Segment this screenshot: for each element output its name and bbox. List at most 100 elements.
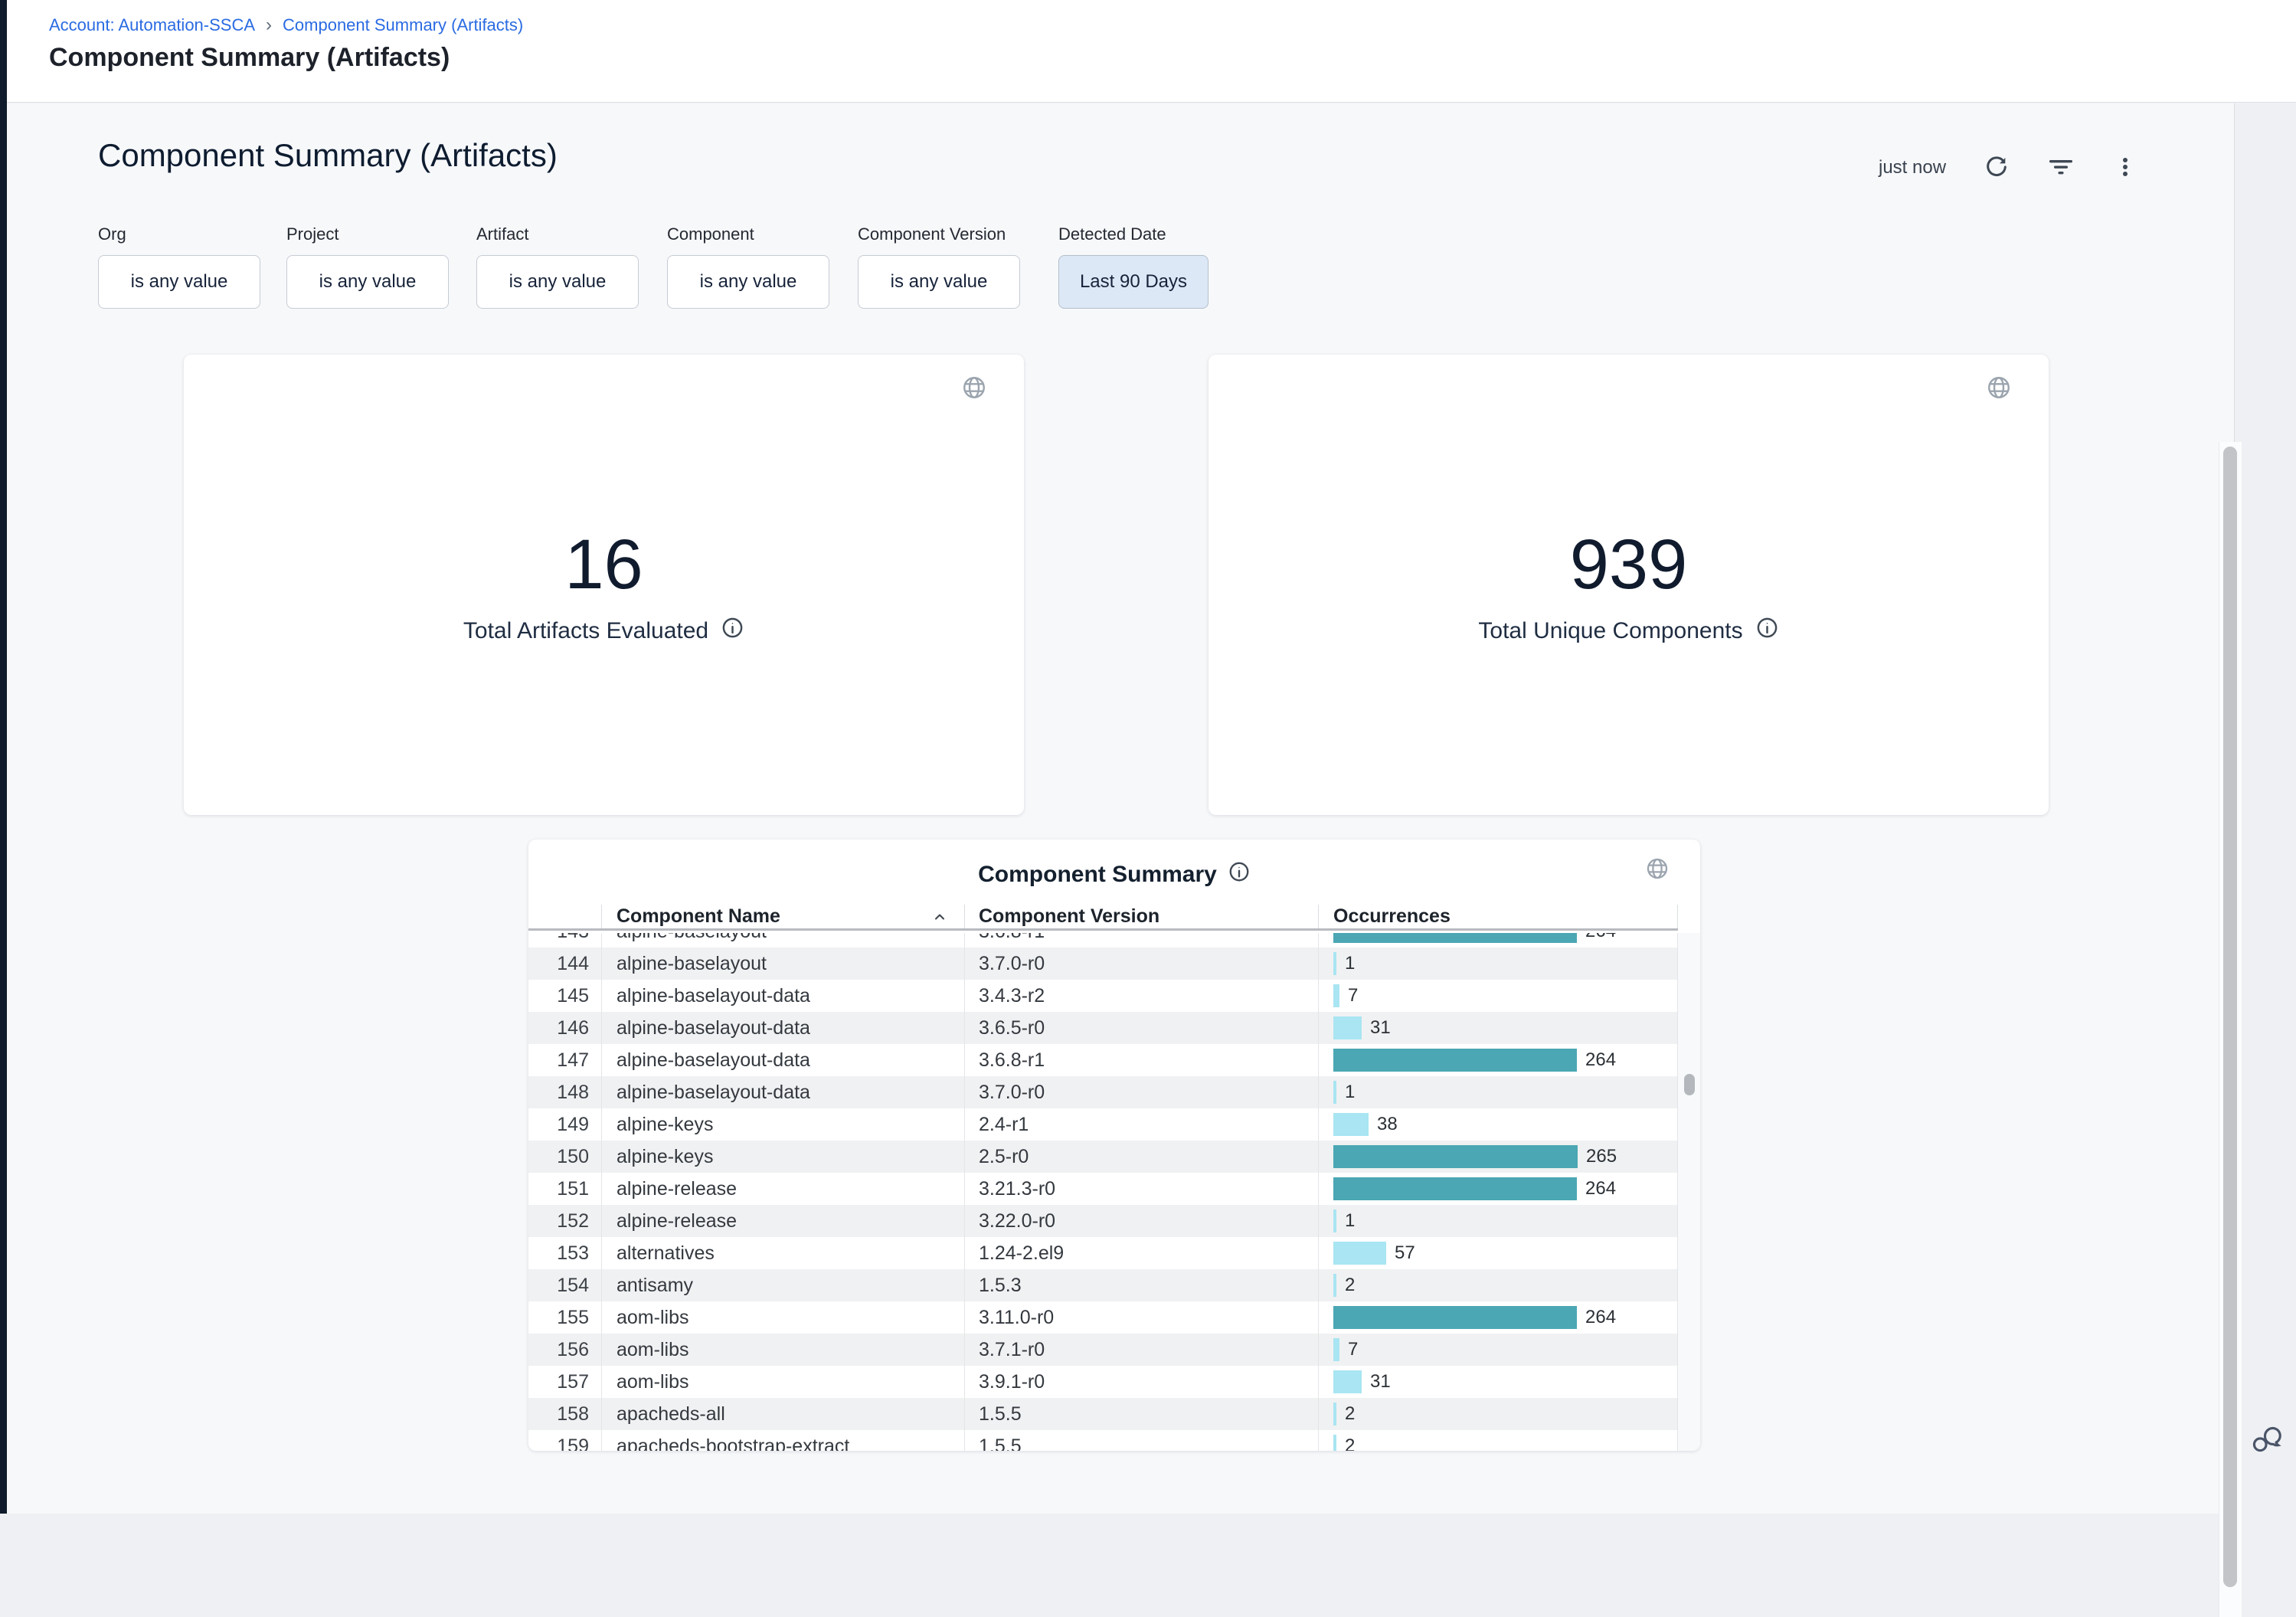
occurrences-cell: 264 [1318,933,1678,948]
occurrences-cell: 264 [1318,1173,1678,1205]
tile-total-artifacts-evaluated: 16 Total Artifacts Evaluated [184,355,1024,815]
chat-help-icon [2246,1420,2285,1461]
occurrences-value: 31 [1370,1371,1391,1393]
filter-group: Artifact is any value [476,224,639,309]
table-row[interactable]: 149 alpine-keys 2.4-r1 38 [528,1108,1678,1141]
dashboard-controls: just now [1879,154,2139,182]
occurrences-value: 265 [1586,1146,1617,1167]
component-version-cell: 2.4-r1 [964,1108,1318,1141]
table-row[interactable]: 159 apacheds-bootstrap-extract 1.5.5 2 [528,1430,1678,1451]
row-number-cell: 149 [528,1108,601,1141]
table-row[interactable]: 144 alpine-baselayout 3.7.0-r0 1 [528,948,1678,980]
row-number-cell: 145 [528,980,601,1012]
dashboard-filters-button[interactable] [2047,154,2075,182]
table-row[interactable]: 158 apacheds-all 1.5.5 2 [528,1398,1678,1430]
component-name-cell: aom-libs [601,1366,964,1398]
component-version-cell: 1.5.5 [964,1398,1318,1430]
table-row[interactable]: 153 alternatives 1.24-2.el9 57 [528,1237,1678,1269]
chevron-up-icon [932,909,947,925]
occurrences-value: 2 [1345,1435,1355,1451]
occurrences-bar [1333,933,1577,943]
filter-group: Component Version is any value [858,224,1020,309]
row-number-cell: 156 [528,1334,601,1366]
globe-icon [961,375,987,404]
filter-label: Component [667,224,829,244]
row-number-cell: 150 [528,1141,601,1173]
occurrences-value: 264 [1585,933,1616,942]
filter-group: Component is any value [667,224,829,309]
page-scrollbar-track[interactable] [2219,442,2242,1617]
row-number-cell: 146 [528,1012,601,1044]
filter-value-button-project[interactable]: is any value [286,255,449,309]
table-row[interactable]: 148 alpine-baselayout-data 3.7.0-r0 1 [528,1076,1678,1108]
filter-value-button-artifact[interactable]: is any value [476,255,639,309]
table-row[interactable]: 157 aom-libs 3.9.1-r0 31 [528,1366,1678,1398]
occurrences-value: 31 [1370,1017,1391,1039]
occurrences-cell: 264 [1318,1044,1678,1076]
component-name-cell: alpine-baselayout [601,948,964,980]
component-version-cell: 3.6.8-r1 [964,1044,1318,1076]
filter-value-button-org[interactable]: is any value [98,255,260,309]
filter-value-button-component[interactable]: is any value [667,255,829,309]
occurrences-cell: 265 [1318,1141,1678,1173]
info-icon[interactable] [1755,616,1779,646]
table-row[interactable]: 154 antisamy 1.5.3 2 [528,1269,1678,1301]
column-header-component-name[interactable]: Component Name [601,905,964,928]
table-scrollbar-thumb[interactable] [1684,1074,1695,1095]
filter-value-button-detected-date[interactable]: Last 90 Days [1058,255,1209,309]
component-name-cell: alpine-release [601,1205,964,1237]
table-row[interactable]: 156 aom-libs 3.7.1-r0 7 [528,1334,1678,1366]
occurrences-bar [1333,1274,1336,1297]
component-name-cell: alpine-baselayout [601,933,964,948]
occurrences-cell: 7 [1318,1334,1678,1366]
more-vert-icon [2112,154,2138,182]
page-scrollbar-thumb[interactable] [2223,447,2237,1587]
occurrences-cell: 2 [1318,1269,1678,1301]
table-row[interactable]: 151 alpine-release 3.21.3-r0 264 [528,1173,1678,1205]
occurrences-bar [1333,1306,1577,1329]
filter-group: Org is any value [98,224,260,309]
occurrences-cell: 57 [1318,1237,1678,1269]
tile-label: Total Unique Components [1478,618,1742,644]
table-row[interactable]: 147 alpine-baselayout-data 3.6.8-r1 264 [528,1044,1678,1076]
column-header-label: Occurrences [1333,905,1451,928]
breadcrumb-account-link[interactable]: Account: Automation-SSCA [49,15,255,35]
table-row[interactable]: 143 alpine-baselayout 3.6.8-r1 264 [528,933,1678,948]
tile-value: 16 [184,529,1024,600]
component-name-cell: alpine-baselayout-data [601,1044,964,1076]
component-version-cell: 3.21.3-r0 [964,1173,1318,1205]
table-scrollbar-track[interactable] [1678,933,1700,1451]
row-number-cell: 147 [528,1044,601,1076]
component-version-cell: 1.5.3 [964,1269,1318,1301]
table-row[interactable]: 145 alpine-baselayout-data 3.4.3-r2 7 [528,980,1678,1012]
row-number-cell: 155 [528,1301,601,1334]
occurrences-cell: 264 [1318,1301,1678,1334]
info-icon[interactable] [1228,860,1251,889]
column-header-occurrences[interactable]: Occurrences [1318,905,1678,928]
table-row[interactable]: 150 alpine-keys 2.5-r0 265 [528,1141,1678,1173]
occurrences-cell: 31 [1318,1366,1678,1398]
last-refreshed-label: just now [1879,157,1946,178]
page-title: Component Summary (Artifacts) [49,43,450,73]
column-header-component-version[interactable]: Component Version [964,905,1318,928]
tile-value: 939 [1209,529,2049,600]
filter-value-button-component-version[interactable]: is any value [858,255,1020,309]
dashboard-actions-button[interactable] [2111,154,2139,182]
table-row[interactable]: 155 aom-libs 3.11.0-r0 264 [528,1301,1678,1334]
occurrences-value: 264 [1585,1307,1616,1328]
breadcrumb-current-link[interactable]: Component Summary (Artifacts) [283,15,523,35]
help-chat-button[interactable] [2244,1419,2287,1462]
info-icon[interactable] [721,616,744,646]
occurrences-cell: 2 [1318,1398,1678,1430]
table-row[interactable]: 152 alpine-release 3.22.0-r0 1 [528,1205,1678,1237]
refresh-icon [1984,154,2010,182]
filter-label: Org [98,224,260,244]
row-number-cell: 159 [528,1430,601,1451]
table-row[interactable]: 146 alpine-baselayout-data 3.6.5-r0 31 [528,1012,1678,1044]
filter-label: Component Version [858,224,1020,244]
table-title: Component Summary [978,862,1217,888]
refresh-button[interactable] [1983,154,2010,182]
row-number-cell: 143 [528,933,601,948]
occurrences-value: 7 [1348,1339,1358,1360]
breadcrumb-separator: › [266,17,272,34]
